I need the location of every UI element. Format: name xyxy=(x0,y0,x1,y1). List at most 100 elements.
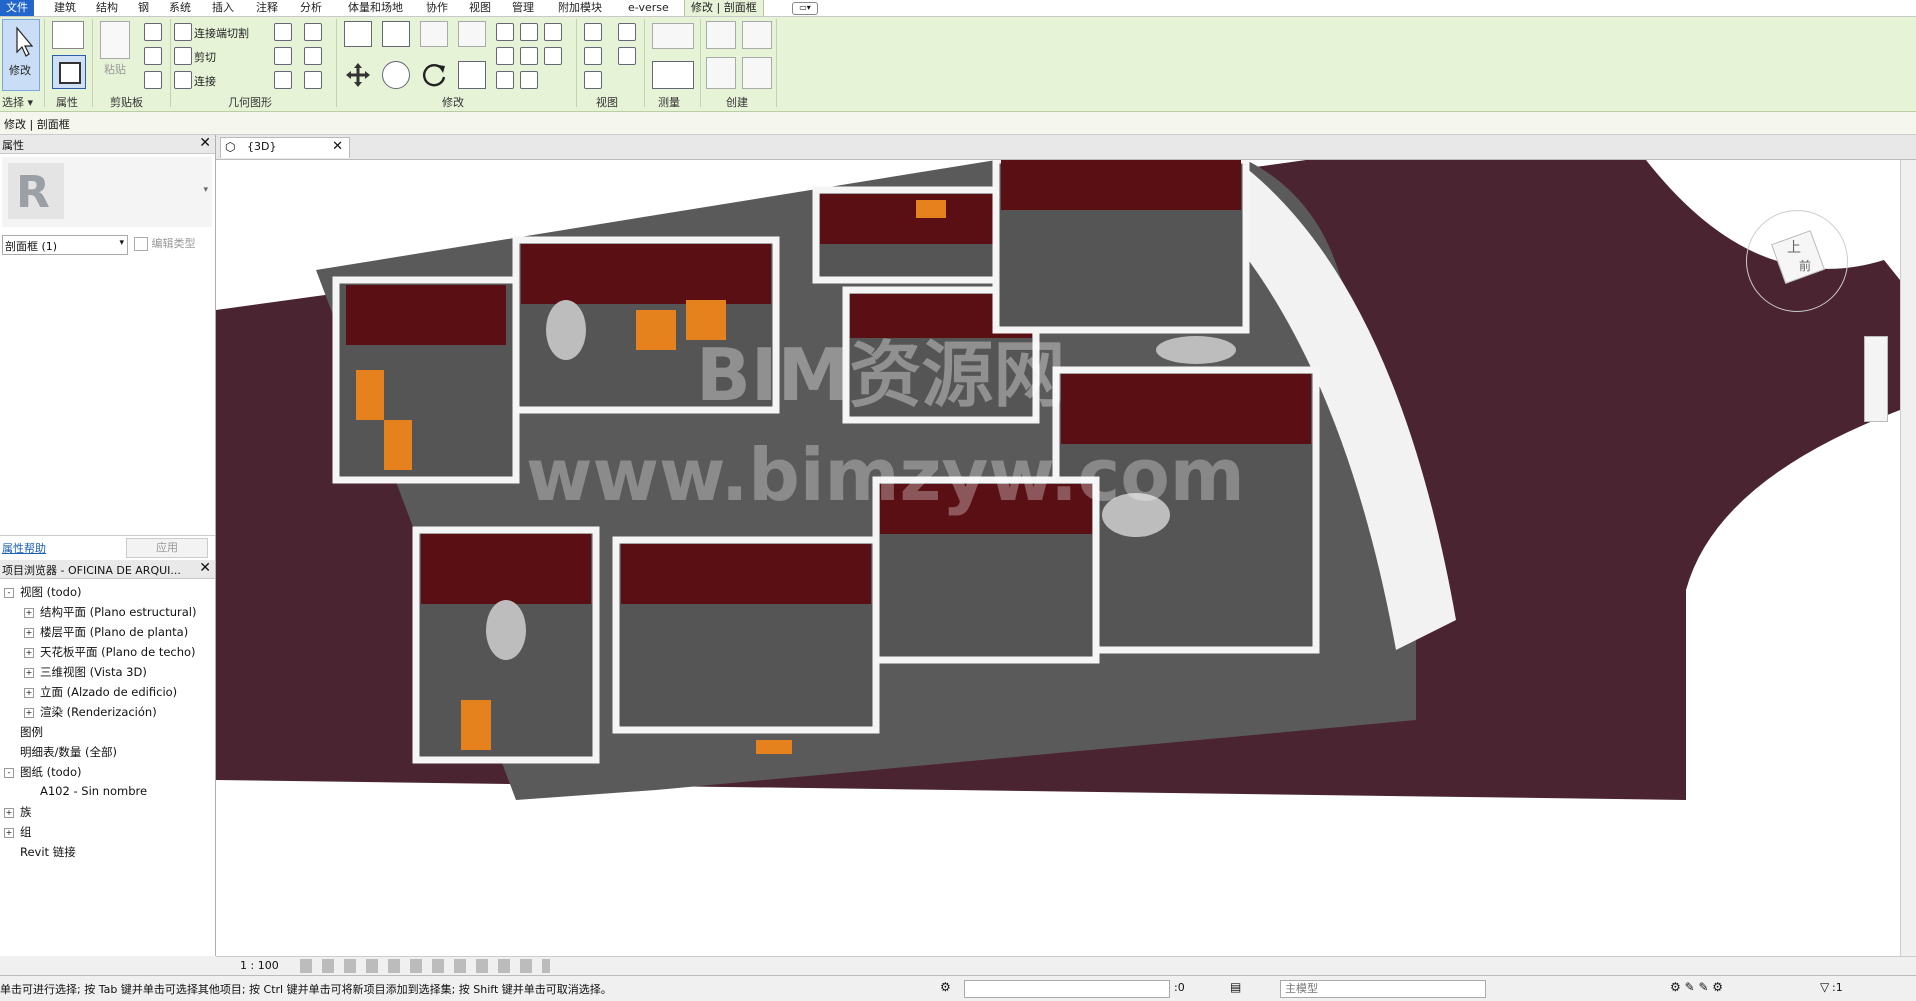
create-similar-icon[interactable] xyxy=(742,57,772,89)
menu-analyze[interactable]: 分析 xyxy=(294,0,328,16)
tree-toggle-icon[interactable]: + xyxy=(4,828,14,838)
ribbon-toggle-icon[interactable]: ▭▾ xyxy=(792,2,818,15)
tree-toggle-icon[interactable]: + xyxy=(24,688,34,698)
tree-item[interactable]: 明细表/数量 (全部) xyxy=(20,744,117,760)
menu-annotate[interactable]: 注释 xyxy=(250,0,284,16)
properties-help-link[interactable]: 属性帮助 xyxy=(2,540,46,556)
delete-icon[interactable] xyxy=(520,71,538,89)
selection-filter-icons[interactable]: ⚙ ✎ ✎ ⚙ xyxy=(1670,980,1723,994)
apply-button[interactable]: 应用 xyxy=(126,538,208,558)
vertical-scrollbar[interactable] xyxy=(1900,160,1916,956)
tree-toggle-icon[interactable]: + xyxy=(24,708,34,718)
menu-modify-section-box[interactable]: 修改 | 剖面框 xyxy=(684,0,764,16)
menu-manage[interactable]: 管理 xyxy=(506,0,540,16)
properties-button[interactable] xyxy=(52,55,86,89)
measure-icon[interactable] xyxy=(652,23,694,49)
unjoin-icon[interactable] xyxy=(274,71,292,89)
workset-field[interactable] xyxy=(964,980,1170,998)
tree-item[interactable]: 组 xyxy=(20,824,32,840)
tree-item[interactable]: 立面 (Alzado de edificio) xyxy=(40,684,177,700)
tree-toggle-icon[interactable]: + xyxy=(24,628,34,638)
split-face-icon[interactable] xyxy=(274,23,292,41)
tree-toggle-icon[interactable]: - xyxy=(4,588,14,598)
linework-icon[interactable] xyxy=(618,47,636,65)
tree-item[interactable]: 三维视图 (Vista 3D) xyxy=(40,664,147,680)
design-option-field[interactable]: 主模型 xyxy=(1280,980,1486,998)
tree-toggle-icon[interactable]: - xyxy=(4,768,14,778)
scale-icon[interactable] xyxy=(520,47,538,65)
create-group-icon[interactable] xyxy=(706,57,736,89)
menu-view[interactable]: 视图 xyxy=(463,0,497,16)
create-parts-icon[interactable] xyxy=(742,21,772,49)
workset-icon[interactable]: ⚙ xyxy=(940,980,951,994)
join-geometry-icon[interactable] xyxy=(174,71,192,89)
tree-item[interactable]: Revit 链接 xyxy=(20,844,76,860)
menu-massing-site[interactable]: 体量和场地 xyxy=(342,0,409,16)
close-icon[interactable]: ✕ xyxy=(199,135,211,151)
hammer-icon[interactable] xyxy=(304,71,322,89)
match-properties-icon[interactable] xyxy=(144,71,162,89)
tree-item[interactable]: 族 xyxy=(20,804,32,820)
type-selector[interactable]: R ▾ xyxy=(2,157,212,227)
cut-geometry-label[interactable]: 剪切 xyxy=(194,49,216,65)
view-settings-icon[interactable] xyxy=(618,23,636,41)
dimension-icon[interactable] xyxy=(652,61,694,89)
close-icon[interactable]: ✕ xyxy=(332,139,343,154)
rotate-icon[interactable] xyxy=(420,61,448,89)
menu-everse[interactable]: e-verse xyxy=(622,0,675,16)
split-gap-icon[interactable] xyxy=(520,23,538,41)
copy-element-icon[interactable] xyxy=(382,61,410,89)
pin-icon[interactable] xyxy=(496,71,514,89)
array-icon[interactable] xyxy=(496,47,514,65)
mirror-draw-icon[interactable] xyxy=(458,21,486,47)
override-graphics-icon[interactable] xyxy=(584,47,602,65)
tree-item[interactable]: 图纸 (todo) xyxy=(20,764,82,780)
menu-steel[interactable]: 钢 xyxy=(132,0,155,16)
filter-icon[interactable]: ▽ xyxy=(1820,980,1829,994)
menu-file[interactable]: 文件 xyxy=(0,0,34,16)
select-panel-title[interactable]: 选择 ▾ xyxy=(2,94,33,110)
3d-viewport[interactable]: BIM资源网 www.bimzyw.com 上 前 xyxy=(216,160,1900,956)
tree-toggle-icon[interactable]: + xyxy=(24,668,34,678)
tree-toggle-icon[interactable]: + xyxy=(24,608,34,618)
design-option-icon[interactable]: ▤ xyxy=(1230,980,1241,994)
instance-filter-dropdown[interactable]: 剖面框 (1) ▾ xyxy=(2,235,128,255)
move-icon[interactable] xyxy=(344,61,372,89)
paint-icon[interactable] xyxy=(304,23,322,41)
tree-item[interactable]: 渲染 (Renderización) xyxy=(40,704,157,720)
unpin-icon[interactable] xyxy=(544,47,562,65)
join-label[interactable]: 连接 xyxy=(194,73,216,89)
selection-box-icon[interactable] xyxy=(584,71,602,89)
cut-clipboard-icon[interactable] xyxy=(144,23,162,41)
cope-icon[interactable] xyxy=(174,23,192,41)
type-properties-icon[interactable] xyxy=(52,21,84,49)
wall-joins-icon[interactable] xyxy=(274,47,292,65)
view-control-icons[interactable] xyxy=(300,959,550,973)
demolish-icon[interactable] xyxy=(304,47,322,65)
trim-multiple-icon[interactable] xyxy=(544,23,562,41)
tree-item[interactable]: A102 - Sin nombre xyxy=(40,784,147,798)
menu-collaborate[interactable]: 协作 xyxy=(420,0,454,16)
modify-button[interactable]: 修改 xyxy=(2,19,40,91)
menu-addins[interactable]: 附加模块 xyxy=(552,0,608,16)
create-assembly-icon[interactable] xyxy=(706,21,736,49)
align-icon[interactable] xyxy=(344,21,372,47)
tab-3d-view[interactable]: ⬡ {3D} ✕ xyxy=(220,137,350,158)
navigation-bar[interactable] xyxy=(1864,336,1888,422)
menu-architecture[interactable]: 建筑 xyxy=(48,0,82,16)
mirror-axis-icon[interactable] xyxy=(420,21,448,47)
copy-icon[interactable] xyxy=(144,47,162,65)
tree-item[interactable]: 楼层平面 (Plano de planta) xyxy=(40,624,188,640)
offset-icon[interactable] xyxy=(382,21,410,47)
view-scale[interactable]: 1 : 100 xyxy=(240,959,279,972)
view-cube[interactable]: 上 前 xyxy=(1746,210,1848,312)
menu-structure[interactable]: 结构 xyxy=(90,0,124,16)
tree-toggle-icon[interactable]: + xyxy=(24,648,34,658)
tree-item[interactable]: 天花板平面 (Plano de techo) xyxy=(40,644,196,660)
tree-item[interactable]: 图例 xyxy=(20,724,43,740)
tree-toggle-icon[interactable]: + xyxy=(4,808,14,818)
cut-join-label[interactable]: 连接端切割 xyxy=(194,25,249,41)
close-icon[interactable]: ✕ xyxy=(199,560,211,576)
menu-systems[interactable]: 系统 xyxy=(163,0,197,16)
cut-geometry-icon[interactable] xyxy=(174,47,192,65)
